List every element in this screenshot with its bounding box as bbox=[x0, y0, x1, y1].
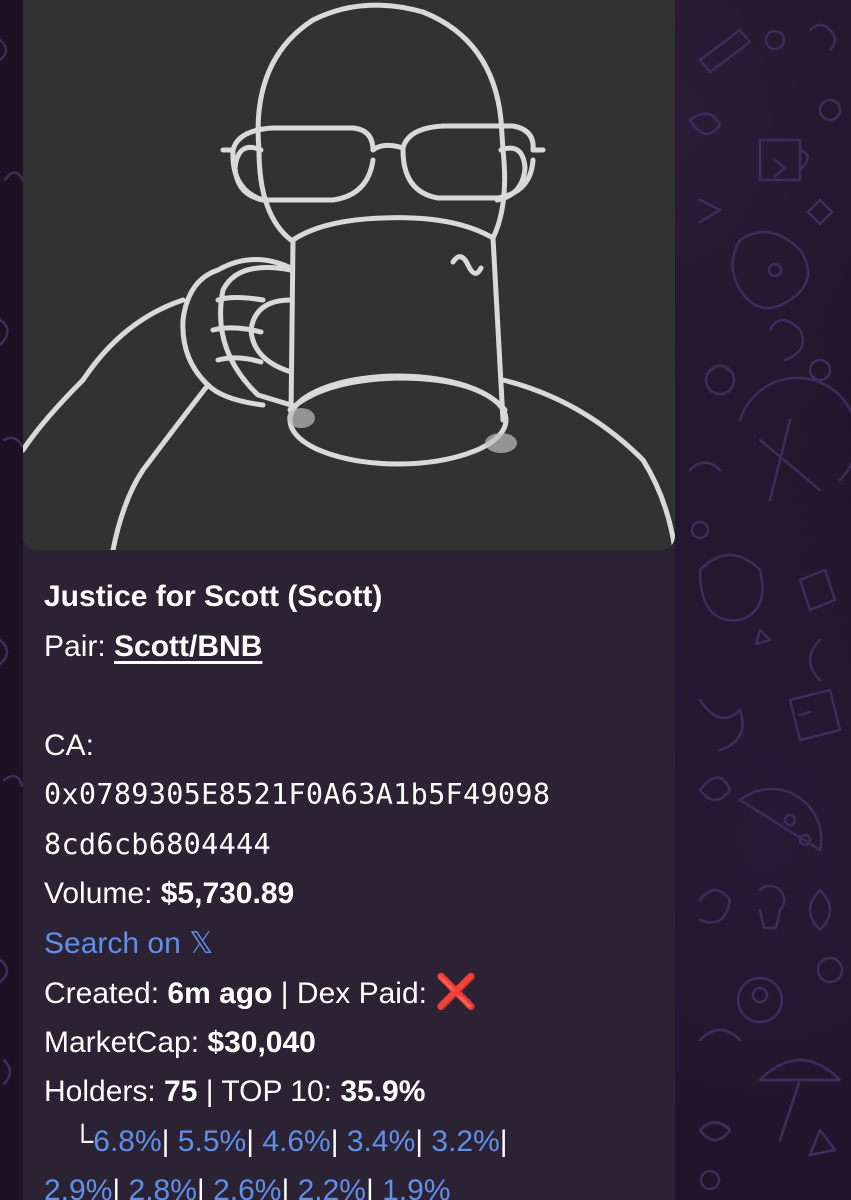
token-image-illustration bbox=[23, 0, 675, 550]
holders-label: Holders: bbox=[44, 1075, 165, 1108]
holder-separator: | bbox=[330, 1124, 347, 1158]
contract-address-line1[interactable]: 0x0789305E8521F0A63A1b5F49098 bbox=[44, 770, 664, 820]
holder-link[interactable]: 1.9% bbox=[382, 1174, 450, 1200]
marketcap-value: $30,040 bbox=[207, 1025, 316, 1059]
token-title: Justice for Scott (Scott) bbox=[44, 580, 383, 613]
contract-address-line2[interactable]: 8cd6cb6804444 bbox=[44, 820, 664, 870]
created-row: Created: 6m ago | Dex Paid: ❌ bbox=[44, 968, 664, 1018]
token-info-message: Justice for Scott (Scott) Pair: Scott/BN… bbox=[44, 572, 664, 1200]
ca-label: CA: bbox=[44, 728, 95, 762]
holder-separator: | bbox=[415, 1124, 432, 1158]
pair-link[interactable]: Scott/BNB bbox=[114, 630, 262, 663]
holder-link[interactable]: 2.9% bbox=[44, 1174, 112, 1200]
volume-value: $5,730.89 bbox=[160, 877, 295, 910]
created-value: 6m ago bbox=[167, 977, 273, 1010]
branch-glyph: └ bbox=[72, 1124, 94, 1158]
top10-value: 35.9% bbox=[340, 1075, 426, 1108]
search-on-x-link[interactable]: Search on 𝕏 bbox=[44, 927, 213, 960]
marketcap-row: MarketCap: $30,040 bbox=[44, 1018, 664, 1068]
top-holders-row-2: 2.9%| 2.8%| 2.6%| 2.2%| 1.9% bbox=[44, 1166, 664, 1200]
holder-separator: | bbox=[365, 1174, 383, 1200]
volume-row: Volume: $5,730.89 bbox=[44, 869, 664, 919]
holder-link[interactable]: 2.2% bbox=[298, 1174, 366, 1200]
created-label: Created: bbox=[44, 977, 168, 1010]
holder-separator: | bbox=[161, 1124, 178, 1158]
token-image[interactable] bbox=[23, 0, 675, 550]
search-row: Search on 𝕏 bbox=[44, 919, 664, 969]
holder-link[interactable]: 4.6% bbox=[262, 1125, 330, 1158]
holder-separator: | bbox=[246, 1124, 263, 1158]
holder-separator: | bbox=[112, 1174, 129, 1200]
top-holders-row-1: └6.8%| 5.5%| 4.6%| 3.4%| 3.2%| bbox=[44, 1117, 664, 1167]
holder-separator: | bbox=[499, 1124, 508, 1158]
holder-link[interactable]: 5.5% bbox=[178, 1125, 246, 1158]
marketcap-label: MarketCap: bbox=[44, 1025, 208, 1059]
holders-value: 75 bbox=[164, 1075, 198, 1108]
holder-link[interactable]: 3.2% bbox=[431, 1125, 499, 1158]
holder-separator: | bbox=[281, 1174, 298, 1200]
holder-link[interactable]: 2.6% bbox=[213, 1174, 281, 1200]
top10-label: | TOP 10: bbox=[197, 1075, 341, 1108]
dex-paid-label: | Dex Paid: bbox=[272, 977, 436, 1010]
holder-link[interactable]: 6.8% bbox=[93, 1125, 161, 1158]
holder-link[interactable]: 2.8% bbox=[129, 1174, 197, 1200]
holder-link[interactable]: 3.4% bbox=[347, 1125, 415, 1158]
message-bubble: Justice for Scott (Scott) Pair: Scott/BN… bbox=[23, 0, 675, 1200]
pair-row: Pair: Scott/BNB bbox=[44, 622, 664, 672]
pair-label: Pair: bbox=[44, 629, 115, 663]
holders-row: Holders: 75 | TOP 10: 35.9% bbox=[44, 1067, 664, 1117]
cross-mark-icon: ❌ bbox=[435, 973, 478, 1011]
volume-label: Volume: bbox=[44, 877, 161, 910]
holder-separator: | bbox=[196, 1174, 214, 1200]
